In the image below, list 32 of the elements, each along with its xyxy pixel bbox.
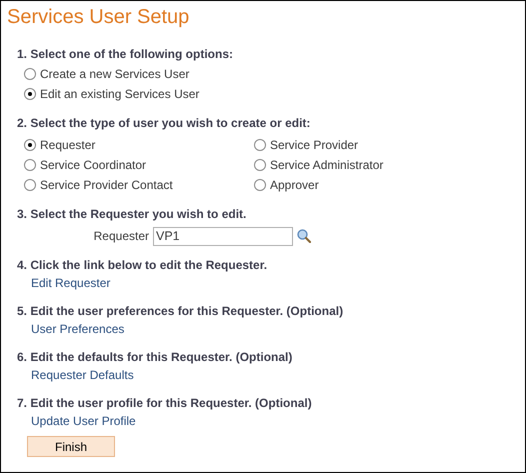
link[interactable]: Edit Requester: [31, 276, 110, 290]
radio-button[interactable]: [24, 179, 36, 191]
option-label: Service Coordinator: [40, 157, 146, 174]
step-heading: 4. Click the link below to edit the Requester.: [17, 257, 268, 274]
radio-button[interactable]: [254, 179, 266, 191]
link[interactable]: User Preferences: [31, 322, 124, 336]
finish-button[interactable]: Finish: [27, 436, 115, 457]
step-heading: 1. Select one of the following options:: [17, 46, 234, 63]
radio-button[interactable]: [24, 88, 36, 100]
step-heading: 7. Edit the user profile for this Requester. (Optional): [17, 395, 313, 412]
option-label: Edit an existing Services User: [40, 86, 200, 103]
option-label: Requester: [40, 137, 96, 154]
option-label: Approver: [270, 177, 319, 194]
radio-button[interactable]: [24, 159, 36, 171]
radio-button[interactable]: [254, 159, 266, 171]
field-label: Requester: [92, 228, 150, 245]
link[interactable]: Requester Defaults: [31, 368, 134, 382]
option-label: Service Administrator: [270, 157, 384, 174]
radio-button[interactable]: [24, 68, 36, 80]
option-label: Service Provider Contact: [40, 177, 173, 194]
page-title: Services User Setup: [6, 5, 190, 30]
requester-field[interactable]: VP1: [153, 226, 293, 246]
step-heading: 6. Edit the defaults for this Requester. (Optional): [17, 349, 294, 366]
option-label: Service Provider: [270, 137, 358, 154]
radio-button[interactable]: [24, 139, 36, 151]
step-heading: 3. Select the Requester you wish to edit.: [17, 206, 248, 223]
option-label: Create a new Services User: [40, 66, 190, 83]
radio-button[interactable]: [254, 139, 266, 151]
step-heading: 2. Select the type of user you wish to create or edit:: [17, 115, 312, 132]
link[interactable]: Update User Profile: [31, 414, 136, 428]
step-heading: 5. Edit the user preferences for this Requester. (Optional): [17, 303, 344, 320]
search-icon[interactable]: [297, 229, 311, 243]
